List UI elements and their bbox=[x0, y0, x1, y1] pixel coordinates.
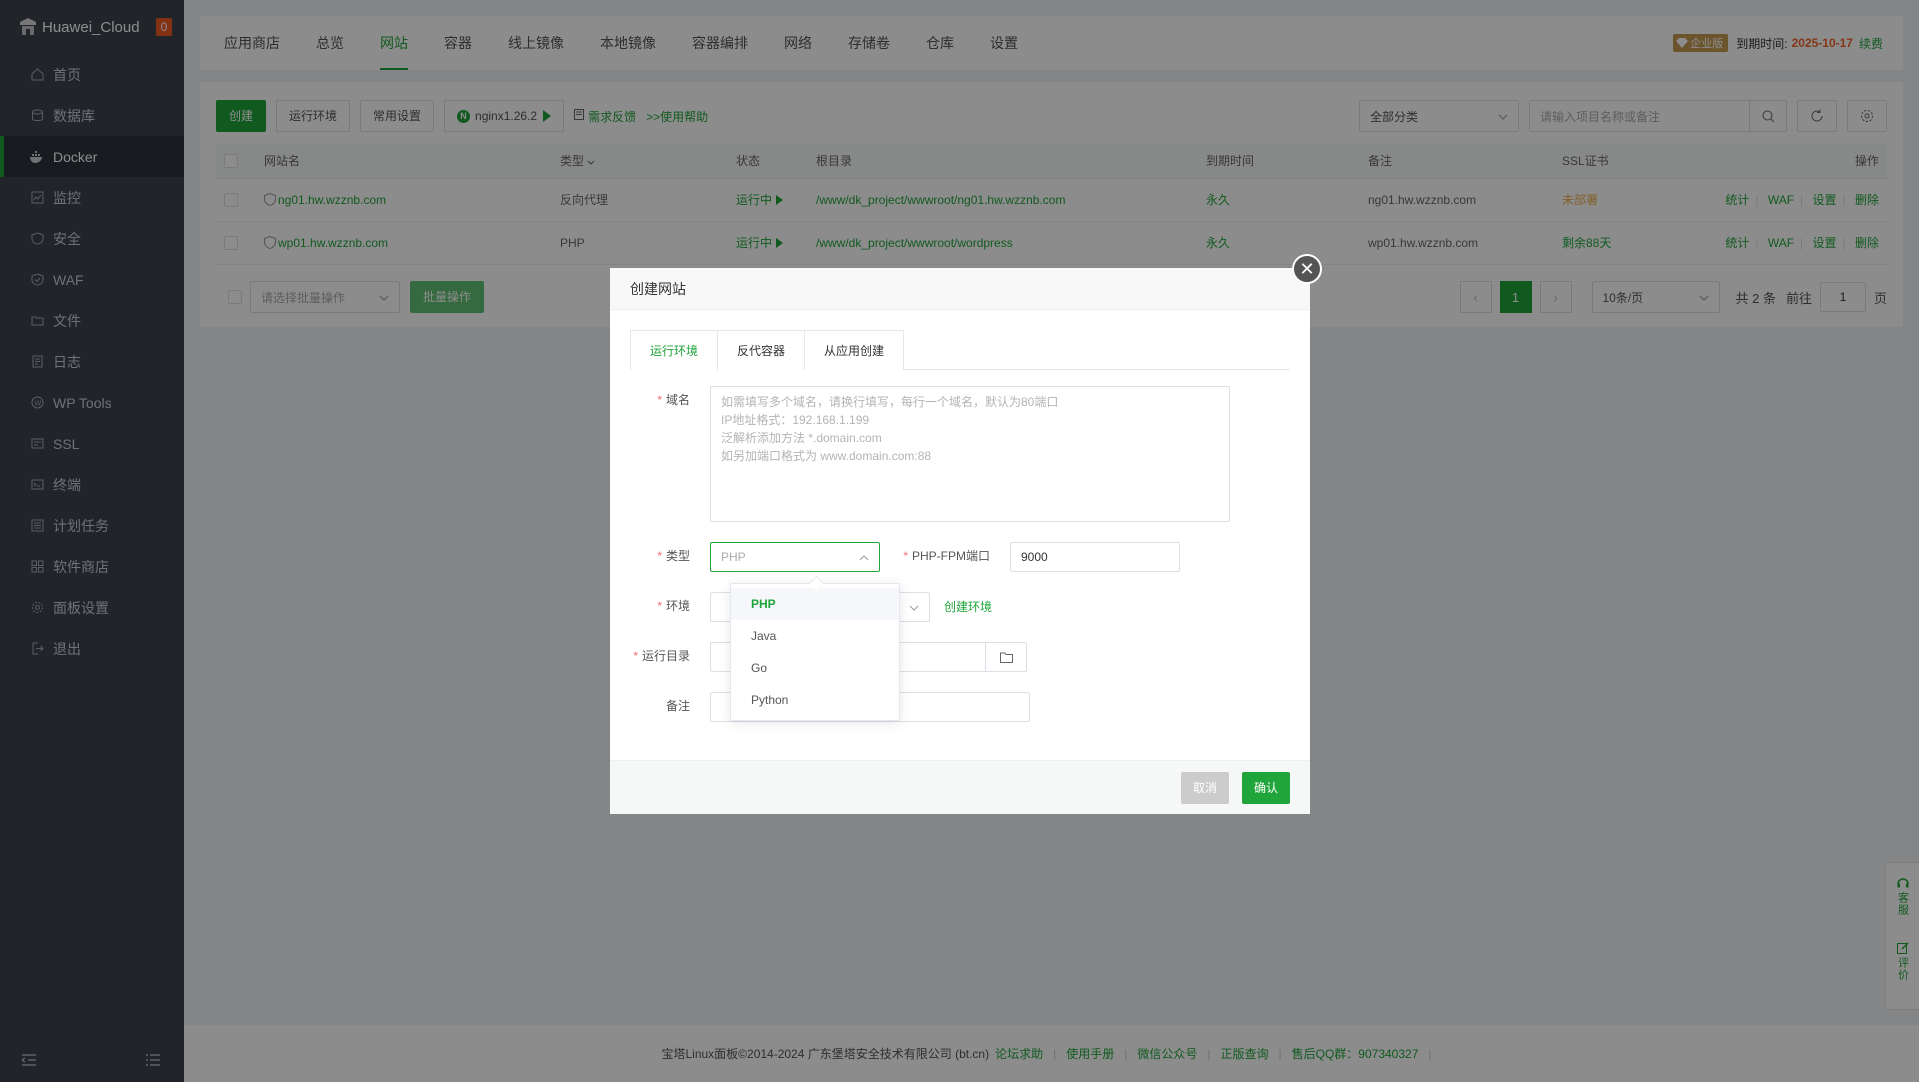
tab-proxy-container[interactable]: 反代容器 bbox=[717, 330, 806, 370]
type-dropdown: PHP Java Go Python bbox=[730, 583, 900, 721]
type-option-php[interactable]: PHP bbox=[731, 588, 899, 620]
type-select[interactable]: PHP bbox=[710, 542, 880, 572]
chevron-down-icon bbox=[909, 600, 919, 614]
type-row: * 类型 PHP * PHP-FPM端口 9000 bbox=[610, 542, 1180, 572]
chevron-up-icon bbox=[859, 550, 869, 564]
fpm-port-input[interactable]: 9000 bbox=[1010, 542, 1180, 572]
dialog-footer: 取消 确认 bbox=[610, 760, 1310, 814]
type-label: * 类型 bbox=[610, 542, 710, 570]
run-dir-label: * 运行目录 bbox=[610, 642, 710, 670]
required-mark: * bbox=[657, 549, 662, 563]
required-mark: * bbox=[633, 649, 638, 663]
domain-label-text: 域名 bbox=[665, 393, 690, 407]
run-dir-label-text: 运行目录 bbox=[641, 649, 690, 663]
required-mark: * bbox=[903, 549, 908, 563]
type-option-python[interactable]: Python bbox=[731, 684, 899, 716]
close-icon[interactable]: ✕ bbox=[1292, 254, 1322, 284]
domain-label: * 域名 bbox=[610, 386, 710, 414]
required-mark: * bbox=[657, 393, 662, 407]
domain-textarea[interactable]: 如需填写多个域名，请换行填写，每行一个域名，默认为80端口 IP地址格式：192… bbox=[710, 386, 1230, 522]
type-label-text: 类型 bbox=[665, 549, 690, 563]
type-select-value: PHP bbox=[721, 550, 746, 564]
type-option-go[interactable]: Go bbox=[731, 652, 899, 684]
tab-runtime-env[interactable]: 运行环境 bbox=[630, 330, 719, 371]
env-label: * 环境 bbox=[610, 592, 710, 620]
dialog-title: 创建网站 bbox=[610, 268, 1310, 310]
required-mark: * bbox=[657, 599, 662, 613]
fpm-port-label-text: PHP-FPM端口 bbox=[911, 549, 990, 563]
type-option-java[interactable]: Java bbox=[731, 620, 899, 652]
domain-row: * 域名 如需填写多个域名，请换行填写，每行一个域名，默认为80端口 IP地址格式… bbox=[610, 386, 1230, 522]
note-label: 备注 bbox=[665, 699, 690, 713]
dialog-tabs: 运行环境 反代容器 从应用创建 bbox=[630, 330, 1290, 371]
cancel-button[interactable]: 取消 bbox=[1180, 772, 1229, 804]
confirm-button[interactable]: 确认 bbox=[1241, 772, 1290, 804]
env-label-text: 环境 bbox=[665, 599, 690, 613]
create-site-dialog: 创建网站 ✕ 运行环境 反代容器 从应用创建 * 域名 如需填写多个域名，请换行填… bbox=[610, 254, 1322, 814]
browse-folder-button[interactable] bbox=[985, 642, 1027, 672]
create-env-link[interactable]: 创建环境 bbox=[944, 592, 992, 622]
fpm-port-label: * PHP-FPM端口 bbox=[880, 542, 1010, 570]
tab-from-app[interactable]: 从应用创建 bbox=[804, 330, 905, 370]
folder-icon bbox=[999, 652, 1013, 663]
